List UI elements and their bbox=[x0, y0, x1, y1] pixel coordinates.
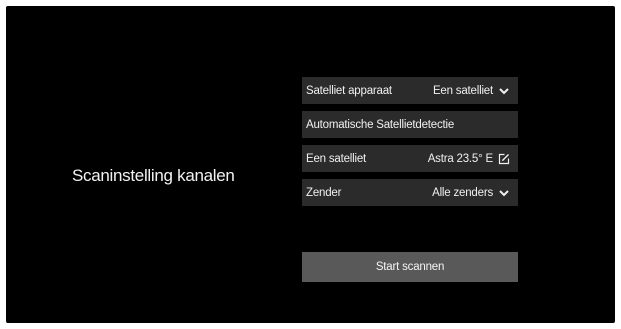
single-satellite-setting[interactable]: Een satelliet Astra 23.5° E bbox=[302, 145, 518, 172]
page-title: Scaninstelling kanalen bbox=[72, 166, 235, 185]
satellite-device-dropdown[interactable]: Satelliet apparaat Een satelliet bbox=[302, 77, 518, 104]
transponder-dropdown[interactable]: Zender Alle zenders bbox=[302, 179, 518, 206]
satellite-device-label: Satelliet apparaat bbox=[306, 84, 392, 97]
transponder-value: Alle zenders bbox=[432, 186, 493, 199]
tv-screen: Scaninstelling kanalen Satelliet apparaa… bbox=[6, 6, 615, 323]
edit-icon[interactable] bbox=[498, 153, 510, 165]
single-satellite-label: Een satelliet bbox=[306, 152, 367, 165]
satellite-device-value-group: Een satelliet bbox=[433, 85, 510, 97]
auto-satellite-detection-button[interactable]: Automatische Satellietdetectie bbox=[302, 111, 518, 138]
settings-panel: Satelliet apparaat Een satelliet Automat… bbox=[302, 77, 518, 213]
transponder-label: Zender bbox=[306, 186, 342, 199]
transponder-value-group: Alle zenders bbox=[432, 187, 510, 199]
single-satellite-value: Astra 23.5° E bbox=[427, 152, 493, 165]
start-scan-button[interactable]: Start scannen bbox=[302, 252, 518, 282]
single-satellite-value-group: Astra 23.5° E bbox=[428, 153, 510, 165]
auto-satellite-detection-label: Automatische Satellietdetectie bbox=[306, 118, 455, 131]
satellite-device-value: Een satelliet bbox=[432, 84, 493, 97]
chevron-down-icon bbox=[498, 85, 510, 97]
chevron-down-icon bbox=[498, 187, 510, 199]
